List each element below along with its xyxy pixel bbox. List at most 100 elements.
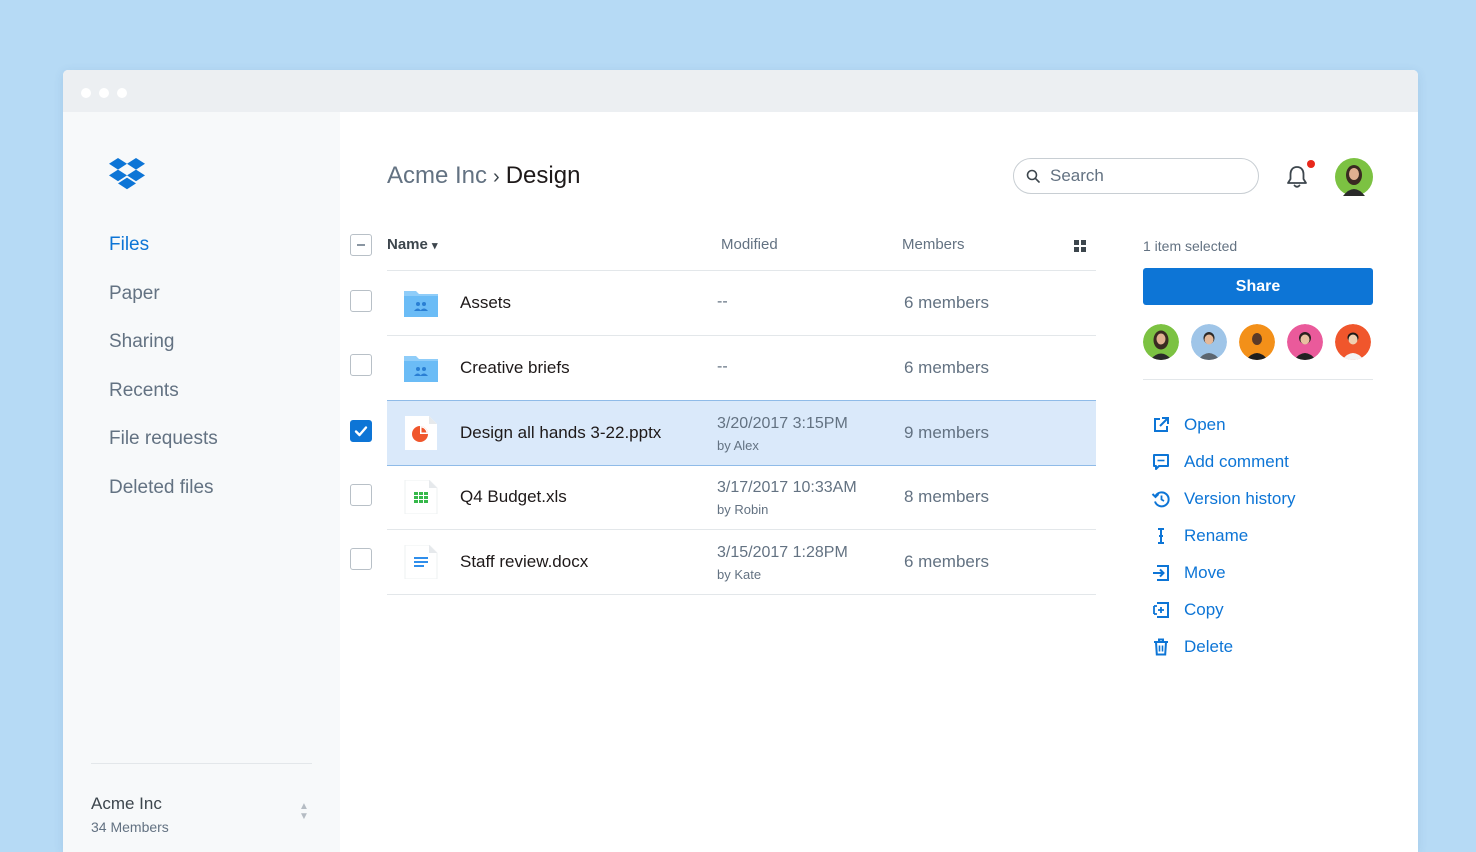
column-header-name[interactable]: Name ▾	[387, 236, 438, 253]
column-header-modified[interactable]: Modified	[721, 236, 778, 253]
sidebar-item-paper[interactable]: Paper	[109, 281, 218, 330]
action-label: Move	[1184, 562, 1226, 582]
team-name[interactable]: Acme Inc	[91, 794, 162, 814]
action-copy[interactable]: Copy	[1151, 591, 1296, 628]
open-external-icon	[1154, 416, 1169, 432]
window-close-dot[interactable]	[81, 88, 91, 98]
member-count: 9 members	[904, 423, 990, 442]
modified-date: 3/17/2017 10:33AM	[717, 479, 857, 496]
title-bar	[63, 70, 1418, 112]
member-avatar[interactable]	[1239, 324, 1275, 360]
team-switcher-chevron-icon[interactable]: ▲ ▼	[299, 802, 309, 822]
breadcrumb-current: Design	[505, 162, 581, 189]
action-rename[interactable]: Rename	[1151, 517, 1296, 554]
sidebar-item-deleted-files[interactable]: Deleted files	[109, 475, 218, 524]
table-row[interactable]: Q4 Budget.xls 3/17/2017 10:33AM by Robin…	[387, 465, 1096, 530]
action-delete[interactable]: Delete	[1151, 628, 1296, 665]
file-name[interactable]: Q4 Budget.xls	[460, 487, 567, 507]
file-name[interactable]: Creative briefs	[460, 358, 570, 378]
member-count: 6 members	[904, 293, 990, 312]
modified-by: by Kate	[717, 567, 762, 582]
modified-date: 3/20/2017 3:15PM	[717, 415, 848, 432]
modified-date: 3/15/2017 1:28PM	[717, 544, 848, 561]
member-avatar[interactable]	[1335, 324, 1371, 360]
action-label: Copy	[1184, 599, 1224, 619]
table-row[interactable]: Assets -- 6 members	[387, 271, 1096, 336]
copy-icon	[1153, 601, 1169, 618]
action-move[interactable]: Move	[1151, 554, 1296, 591]
member-count: 6 members	[904, 358, 990, 377]
app-window: Files Paper Sharing Recents File request…	[63, 70, 1418, 852]
move-icon	[1153, 564, 1169, 581]
notification-bell-icon[interactable]	[1285, 164, 1309, 195]
modified-date: --	[717, 358, 728, 375]
selection-count: 1 item selected	[1143, 238, 1238, 254]
team-member-count: 34 Members	[91, 819, 169, 835]
search-input[interactable]	[1048, 165, 1242, 187]
action-label: Add comment	[1184, 451, 1289, 471]
action-label: Rename	[1184, 525, 1249, 545]
spreadsheet-file-icon	[404, 479, 438, 515]
rename-cursor-icon	[1158, 527, 1164, 544]
user-avatar[interactable]	[1335, 158, 1373, 201]
member-avatar[interactable]	[1191, 324, 1227, 360]
file-table: Name ▾ Modified Members Assets -- 6 memb…	[350, 230, 1110, 595]
select-all-checkbox[interactable]	[350, 234, 372, 256]
member-avatar[interactable]	[1287, 324, 1323, 360]
notification-dot	[1307, 160, 1315, 168]
breadcrumb-parent[interactable]: Acme Inc	[387, 162, 487, 189]
table-row[interactable]: Creative briefs -- 6 members	[387, 336, 1096, 401]
window-minimize-dot[interactable]	[99, 88, 109, 98]
member-avatar[interactable]	[1143, 324, 1179, 360]
action-label: Delete	[1184, 636, 1234, 656]
file-name[interactable]: Assets	[460, 293, 511, 313]
row-checkbox[interactable]	[350, 484, 372, 506]
sidebar-item-sharing[interactable]: Sharing	[109, 329, 218, 378]
trash-icon	[1154, 638, 1168, 655]
share-button[interactable]: Share	[1143, 268, 1373, 305]
sidebar-item-recents[interactable]: Recents	[109, 378, 218, 427]
table-row[interactable]: Staff review.docx 3/15/2017 1:28PM by Ka…	[387, 530, 1096, 595]
grid-view-icon[interactable]	[1074, 239, 1086, 256]
table-header: Name ▾ Modified Members	[387, 230, 1096, 271]
table-row-selected[interactable]: Design all hands 3-22.pptx 3/20/2017 3:1…	[387, 400, 1096, 466]
action-label: Open	[1184, 414, 1226, 434]
presentation-file-icon	[404, 416, 438, 450]
checkmark-icon	[354, 426, 368, 437]
action-list: Open Add comment Version history Rename …	[1151, 406, 1296, 665]
member-count: 6 members	[904, 552, 990, 571]
file-name[interactable]: Design all hands 3-22.pptx	[460, 423, 661, 443]
sort-arrow-icon: ▾	[432, 240, 438, 252]
dropbox-logo-icon[interactable]	[108, 158, 146, 197]
sidebar-item-file-requests[interactable]: File requests	[109, 426, 218, 475]
breadcrumb: Acme Inc › Design	[387, 162, 580, 190]
document-file-icon	[404, 544, 438, 580]
modified-by: by Alex	[717, 438, 759, 453]
window-zoom-dot[interactable]	[117, 88, 127, 98]
action-version-history[interactable]: Version history	[1151, 480, 1296, 517]
row-checkbox[interactable]	[350, 548, 372, 570]
row-checkbox-checked[interactable]	[350, 420, 372, 442]
divider	[91, 763, 312, 764]
member-count: 8 members	[904, 487, 990, 506]
search-box[interactable]	[1013, 158, 1259, 194]
version-history-icon	[1151, 490, 1170, 507]
modified-date: --	[717, 293, 728, 310]
minus-icon	[357, 244, 365, 246]
shared-folder-icon	[404, 286, 438, 320]
comment-icon	[1153, 453, 1169, 470]
main-content: Acme Inc › Design Search Name ▾ Modified…	[340, 112, 1418, 852]
member-avatars	[1143, 324, 1371, 360]
action-open[interactable]: Open	[1151, 406, 1296, 443]
divider	[1143, 379, 1373, 380]
file-name[interactable]: Staff review.docx	[460, 552, 588, 572]
breadcrumb-separator: ›	[493, 166, 500, 188]
sidebar-item-files[interactable]: Files	[109, 232, 218, 281]
row-checkbox[interactable]	[350, 290, 372, 312]
sidebar-nav: Files Paper Sharing Recents File request…	[109, 232, 218, 524]
modified-by: by Robin	[717, 502, 769, 517]
row-checkbox[interactable]	[350, 354, 372, 376]
action-label: Version history	[1184, 488, 1296, 508]
column-header-members[interactable]: Members	[902, 236, 965, 253]
action-add-comment[interactable]: Add comment	[1151, 443, 1296, 480]
